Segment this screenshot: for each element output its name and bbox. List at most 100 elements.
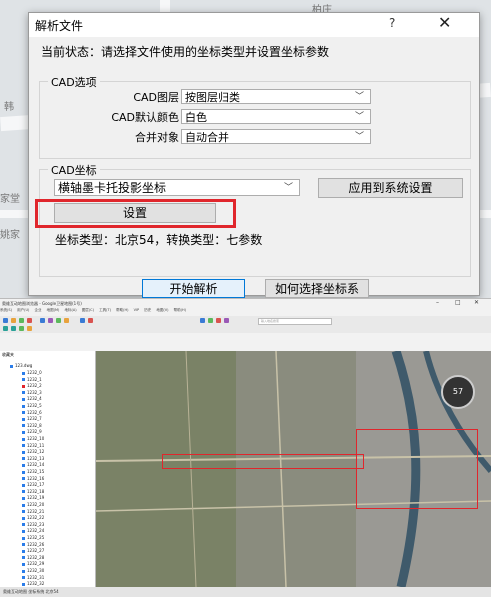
text-icon[interactable] <box>224 318 229 323</box>
tree-item[interactable]: 1232_9 <box>22 429 42 434</box>
refresh-icon[interactable] <box>19 326 24 331</box>
layer-icon <box>22 457 25 461</box>
menu-item[interactable]: 地图(V) <box>156 308 168 312</box>
tree-item[interactable]: 1232_4 <box>22 396 42 401</box>
marker-icon[interactable] <box>64 318 69 323</box>
cad-coord-label: CAD坐标 <box>48 162 100 178</box>
layer-icon <box>22 470 25 474</box>
layer-icon <box>22 444 25 448</box>
tree-item[interactable]: 1232_17 <box>22 482 44 487</box>
tree-item[interactable]: 1232_10 <box>22 436 44 441</box>
tree-item[interactable]: 1232_12 <box>22 449 44 454</box>
menu-item[interactable]: 图层(C) <box>82 308 94 312</box>
tree-item-label: 1232_0 <box>27 370 42 375</box>
tree-item[interactable]: 1232_18 <box>22 489 44 494</box>
tree-item-label: 1232_14 <box>27 462 45 468</box>
ruler-icon[interactable] <box>80 318 85 323</box>
settings-icon[interactable] <box>27 326 32 331</box>
delete-icon[interactable] <box>27 318 32 323</box>
tree-item[interactable]: 1232_13 <box>22 456 44 461</box>
tree-item[interactable]: 1232_14 <box>22 462 44 467</box>
zoom-out-icon[interactable] <box>11 326 16 331</box>
tree-item[interactable]: 1232_21 <box>22 509 44 514</box>
draw-rect-icon[interactable] <box>216 318 221 323</box>
coord-info-text: 坐标类型：北京54，转换类型：七参数 <box>55 233 263 247</box>
cad-overlay-rect <box>356 429 478 509</box>
menu-item[interactable]: 系统(S) <box>0 308 12 312</box>
tree-item[interactable]: 1232_23 <box>22 522 44 527</box>
draw-polygon-icon[interactable] <box>208 318 213 323</box>
tree-item[interactable]: 1232_30 <box>22 568 44 573</box>
color-select[interactable]: 白色 ﹀ <box>181 109 371 124</box>
folder-icon <box>10 364 13 368</box>
satellite-map[interactable] <box>96 351 491 587</box>
tree-item[interactable]: 1232_19 <box>22 495 44 500</box>
map-icon[interactable] <box>56 318 61 323</box>
tree-item[interactable]: 1232_26 <box>22 542 44 547</box>
help-button[interactable]: ? <box>389 16 395 30</box>
tree-item[interactable]: 1232_31 <box>22 575 44 580</box>
tree-item[interactable]: 1232_15 <box>22 469 44 474</box>
how-to-choose-coord-button[interactable]: 如何选择坐标系 <box>265 279 369 298</box>
tree-item[interactable]: 1232_27 <box>22 548 44 553</box>
folder-icon[interactable] <box>11 318 16 323</box>
tree-item-label: 1232_3 <box>27 389 42 395</box>
tree-item[interactable]: 1232_29 <box>22 561 44 566</box>
search-input[interactable]: 输入地名搜索 <box>258 318 332 325</box>
menu-item[interactable]: 地标(A) <box>65 308 77 312</box>
toolbar <box>0 316 491 333</box>
tree-item[interactable]: 1232_22 <box>22 515 44 520</box>
tree-item-label: 1232_4 <box>27 396 42 402</box>
layer-icon <box>22 543 25 547</box>
tree-item[interactable]: 1232_28 <box>22 555 44 560</box>
save-icon[interactable] <box>19 318 24 323</box>
menu-item[interactable]: 地图(M) <box>47 308 60 312</box>
tree-item[interactable]: 1232_25 <box>22 535 44 540</box>
compass-icon[interactable]: 57 <box>441 375 475 409</box>
tree-item[interactable]: 1232_16 <box>22 476 44 481</box>
tree-item[interactable]: 1232_32 <box>22 581 44 586</box>
start-parse-button[interactable]: 开始解析 <box>142 279 245 298</box>
cad-options-label: CAD选项 <box>48 74 100 90</box>
tree-item[interactable]: 1232_3 <box>22 390 42 395</box>
menu-item[interactable]: 帮助(H) <box>174 308 186 312</box>
tree-item[interactable]: 1232_1 <box>22 377 42 382</box>
tree-item[interactable]: 1232_2 <box>22 383 42 388</box>
layer-icon <box>22 483 25 487</box>
tree-item[interactable]: 1232_24 <box>22 528 44 533</box>
zoom-in-icon[interactable] <box>3 326 8 331</box>
search-icon[interactable] <box>40 318 45 323</box>
layer-select[interactable]: 按图层归类 ﹀ <box>181 89 371 104</box>
tree-item[interactable]: 1232_5 <box>22 403 42 408</box>
layer-icon <box>22 556 25 560</box>
menu-item[interactable]: 用户(U) <box>17 308 29 312</box>
tree-item[interactable]: 1232_7 <box>22 416 42 421</box>
open-icon[interactable] <box>3 318 8 323</box>
cad-options-group: CAD选项 CAD图层 按图层归类 ﹀ CAD默认颜色 白色 ﹀ 合并对象 自动… <box>39 74 471 159</box>
pin-icon[interactable] <box>88 318 93 323</box>
menu-item[interactable]: 历史 <box>144 308 151 312</box>
menu-item[interactable]: 工具(T) <box>99 308 111 312</box>
parse-file-dialog: 解析文件 ? ✕ 当前状态：请选择文件使用的坐标类型并设置坐标参数 CAD选项 … <box>28 12 480 298</box>
menu-item[interactable]: 企业 <box>35 308 42 312</box>
close-app-button[interactable]: ✕ <box>474 299 479 306</box>
menu-item[interactable]: VIP <box>134 308 140 312</box>
maximize-button[interactable]: □ <box>455 299 461 306</box>
close-button[interactable]: ✕ <box>438 13 451 32</box>
tree-item[interactable]: 1232_0 <box>22 370 42 375</box>
layer-icon <box>22 523 25 527</box>
layer-icon[interactable] <box>48 318 53 323</box>
coord-type-select[interactable]: 横轴墨卡托投影坐标 ﹀ <box>54 179 300 196</box>
menu-item[interactable]: 帮助(H) <box>116 308 128 312</box>
tree-item[interactable]: 1232_8 <box>22 423 42 428</box>
tree-item[interactable]: 1232_6 <box>22 410 42 415</box>
tree-item[interactable]: 1232_20 <box>22 502 44 507</box>
merge-select[interactable]: 自动合并 ﹀ <box>181 129 371 144</box>
tree-item[interactable]: 1232_11 <box>22 443 44 448</box>
draw-line-icon[interactable] <box>200 318 205 323</box>
tree-root[interactable]: 123.dwg <box>10 363 32 368</box>
apply-system-settings-button[interactable]: 应用到系统设置 <box>318 178 463 198</box>
cad-overlay-rect <box>162 454 364 469</box>
tree-item-label: 1232_10 <box>27 436 45 441</box>
minimize-button[interactable]: – <box>436 299 439 306</box>
